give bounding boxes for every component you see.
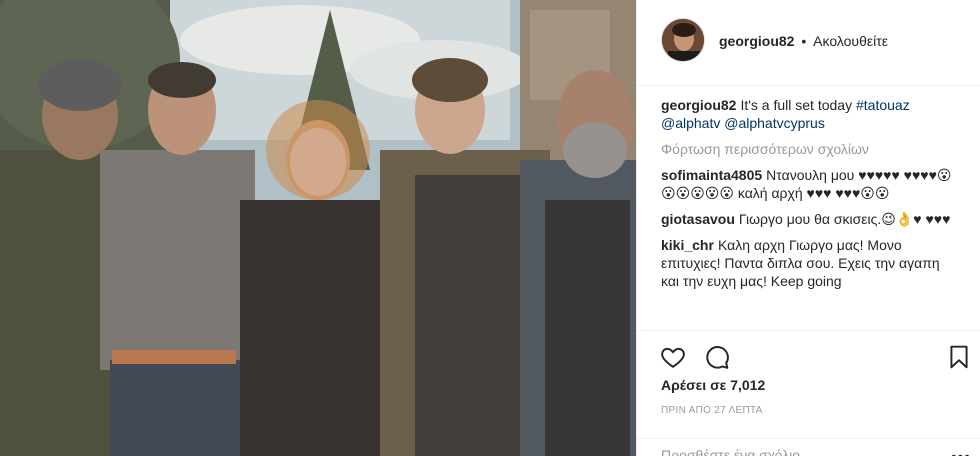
post-timestamp[interactable]: ΠΡΙΝ ΑΠΟ 27 ΛΕΠΤΑ	[661, 405, 763, 416]
comment-item: kiki_chr Καλη αρχη Γιωργο μας! Μονο επιτυ…	[661, 236, 961, 290]
caption-hashtag[interactable]: #tatouaz	[856, 97, 910, 113]
comment-item: giotasavou Γιωργο μου θα σκισεις.😉👌♥ ♥♥♥	[661, 210, 961, 228]
save-button[interactable]	[945, 343, 973, 371]
header-separator: •	[801, 33, 807, 49]
author-avatar[interactable]	[661, 18, 705, 62]
caption-username[interactable]: georgiou82	[661, 97, 736, 113]
more-options-icon[interactable]: •••	[951, 449, 971, 456]
group-photo-image	[0, 0, 636, 456]
bookmark-icon	[950, 345, 968, 369]
likes-count[interactable]: Αρέσει σε 7,012	[661, 377, 765, 393]
header-text: georgiou82 • Ακολουθείτε	[719, 32, 888, 50]
post-photo[interactable]	[0, 0, 636, 456]
add-comment-bar: •••	[637, 438, 980, 456]
comment-item: sofimainta4805 Ντανουλη μου ♥♥♥♥♥ ♥♥♥♥😮😮😮…	[661, 166, 961, 202]
comment-username[interactable]: giotasavou	[661, 211, 735, 227]
caption-mention-alphatvcyprus[interactable]: @alphatvcyprus	[724, 115, 825, 131]
comment-bubble-icon	[706, 346, 729, 369]
comment-username[interactable]: sofimainta4805	[661, 167, 762, 183]
following-button[interactable]: Ακολουθείτε	[813, 33, 888, 49]
post-header: georgiou82 • Ακολουθείτε	[637, 0, 980, 86]
caption-text: It's a full set today	[740, 97, 853, 113]
like-button[interactable]	[659, 343, 687, 371]
comments-list[interactable]: georgiou82 It's a full set today #tatouaz…	[661, 96, 961, 330]
caption: georgiou82 It's a full set today #tatouaz…	[661, 96, 961, 132]
load-more-comments-button[interactable]: Φόρτωση περισσότερων σχολίων	[661, 140, 961, 158]
comment-username[interactable]: kiki_chr	[661, 237, 714, 253]
post-side-panel: georgiou82 • Ακολουθείτε georgiou82 It's …	[636, 0, 980, 456]
comment-button[interactable]	[703, 343, 731, 371]
caption-mention-alphatv[interactable]: @alphatv	[661, 115, 720, 131]
post-actions: Αρέσει σε 7,012 ΠΡΙΝ ΑΠΟ 27 ΛΕΠΤΑ	[637, 330, 980, 450]
author-username[interactable]: georgiou82	[719, 33, 794, 49]
heart-icon	[661, 347, 685, 368]
comment-text: Γιωργο μου θα σκισεις.😉👌♥ ♥♥♥	[738, 211, 951, 227]
add-comment-input[interactable]	[661, 447, 931, 456]
